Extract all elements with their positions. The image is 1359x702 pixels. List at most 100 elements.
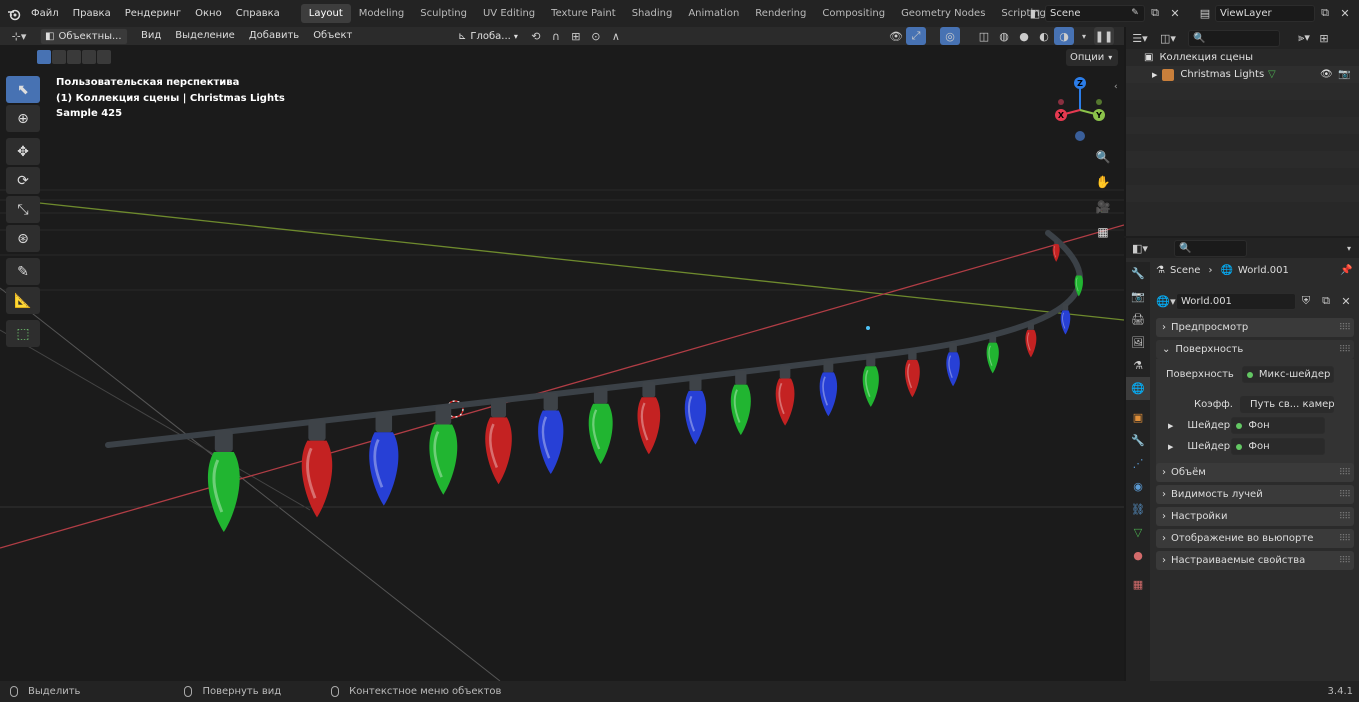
new-viewlayer-icon[interactable]: ⧉	[1315, 4, 1335, 22]
drag-grip-icon[interactable]: ⠿⠿	[1339, 490, 1351, 500]
new-collection-icon[interactable]: ⊞	[1314, 29, 1334, 47]
tab-texture-paint[interactable]: Texture Paint	[543, 4, 624, 23]
tab-shading[interactable]: Shading	[624, 4, 681, 23]
outliner-row-christmas-lights[interactable]: ▶ Christmas Lights ▽ 👁 📷	[1126, 66, 1359, 83]
menu-object[interactable]: Объект	[306, 27, 359, 45]
panel-viewport-display[interactable]: › Отображение во вьюпорте ⠿⠿	[1156, 529, 1354, 548]
menu-file[interactable]: Файл	[24, 0, 66, 27]
panel-custom-properties[interactable]: › Настраиваемые свойства ⠿⠿	[1156, 551, 1354, 570]
shader-1-field[interactable]: Фон	[1231, 417, 1326, 434]
zoom-icon[interactable]: 🔍	[1093, 147, 1113, 167]
object-tab-icon[interactable]: ▣	[1126, 406, 1150, 429]
new-scene-icon[interactable]: ⧉	[1145, 4, 1165, 22]
editor-type-icon[interactable]: ⊹▾	[6, 27, 32, 45]
proportional-edit-icon[interactable]: ⊙	[586, 27, 606, 45]
menu-view[interactable]: Вид	[134, 27, 168, 45]
tab-layout[interactable]: Layout	[300, 4, 351, 23]
particles-tab-icon[interactable]: ⋰	[1126, 452, 1150, 475]
world-tab-icon[interactable]: 🌐	[1126, 377, 1150, 400]
mode-select[interactable]: ◧ Объектны...	[40, 27, 128, 45]
pin-icon[interactable]: ✎	[1125, 4, 1145, 22]
tab-rendering[interactable]: Rendering	[747, 4, 814, 23]
pan-hand-icon[interactable]: ✋	[1093, 172, 1113, 192]
shader-2-field[interactable]: Фон	[1231, 438, 1326, 455]
properties-editor-type-icon[interactable]: ◧▾	[1130, 239, 1150, 257]
navigation-gizmo[interactable]: Z Y X	[1050, 75, 1110, 145]
modifier-tab-icon[interactable]: 🔧	[1126, 429, 1150, 452]
panel-volume[interactable]: › Объём ⠿⠿	[1156, 463, 1354, 482]
falloff-icon[interactable]: ∧	[606, 27, 626, 45]
properties-search-input[interactable]: 🔍	[1174, 239, 1247, 257]
panel-ray-visibility[interactable]: › Видимость лучей ⠿⠿	[1156, 485, 1354, 504]
wireframe-shading-icon[interactable]: ◍	[994, 27, 1014, 45]
panel-settings[interactable]: › Настройки ⠿⠿	[1156, 507, 1354, 526]
physics-tab-icon[interactable]: ◉	[1126, 475, 1150, 498]
material-tab-icon[interactable]: ●	[1126, 544, 1150, 567]
tab-geometry-nodes[interactable]: Geometry Nodes	[893, 4, 993, 23]
duplicate-world-icon[interactable]: ⧉	[1316, 292, 1336, 310]
menu-select[interactable]: Выделение	[168, 27, 242, 45]
fake-user-icon[interactable]: ⛨	[1296, 292, 1316, 310]
tool-tab-icon[interactable]: 🔧	[1126, 262, 1150, 285]
viewlayer-browse-icon[interactable]: ▤	[1195, 4, 1215, 22]
ortho-grid-icon[interactable]: ▦	[1093, 222, 1113, 242]
gizmo-neg-z-axis[interactable]	[1075, 131, 1085, 141]
panel-preview[interactable]: › Предпросмотр ⠿⠿	[1156, 318, 1354, 337]
pivot-icon[interactable]: ⟲	[526, 27, 546, 45]
rotate-tool-icon[interactable]: ⟳	[6, 167, 40, 194]
visibility-icon[interactable]: 👁	[886, 27, 906, 45]
fac-field[interactable]: Путь св... камеры	[1240, 396, 1334, 413]
expand-arrow-icon[interactable]: ▶	[1168, 422, 1173, 430]
outliner-row-scene-collection[interactable]: ▣ Коллекция сцены	[1126, 49, 1359, 66]
select-box-tool-icon[interactable]: ⬉	[6, 76, 40, 103]
drag-grip-icon[interactable]: ⠿⠿	[1339, 512, 1351, 522]
select-invert-icon[interactable]	[82, 50, 96, 64]
delete-viewlayer-icon[interactable]: ✕	[1335, 4, 1355, 22]
tab-uv-editing[interactable]: UV Editing	[475, 4, 543, 23]
gizmo-toggle-icon[interactable]: ⤢	[906, 27, 926, 45]
xray-icon[interactable]: ◫	[974, 27, 994, 45]
snap-icon[interactable]: ∩	[546, 27, 566, 45]
pause-render-icon[interactable]: ❚❚	[1094, 27, 1114, 45]
orientation-select[interactable]: Глоба...	[470, 31, 510, 42]
render-tab-icon[interactable]: 📷	[1126, 285, 1150, 308]
3d-viewport[interactable]: Пользовательская перспектива (1) Коллекц…	[0, 45, 1124, 681]
menu-edit[interactable]: Правка	[66, 0, 118, 27]
world-browse-icon[interactable]: 🌐▾	[1156, 292, 1176, 310]
overlay-toggle-icon[interactable]: ◎	[940, 27, 960, 45]
select-extend-icon[interactable]	[52, 50, 66, 64]
tab-animation[interactable]: Animation	[680, 4, 747, 23]
drag-grip-icon[interactable]: ⠿⠿	[1339, 345, 1351, 355]
unlink-world-icon[interactable]: ✕	[1336, 292, 1356, 310]
filter-icon[interactable]: ⫸▾	[1294, 29, 1314, 47]
scale-tool-icon[interactable]: ⤡	[6, 196, 40, 223]
transform-tool-icon[interactable]: ⊛	[6, 225, 40, 252]
drag-grip-icon[interactable]: ⠿⠿	[1339, 534, 1351, 544]
expand-arrow-icon[interactable]: ▶	[1168, 443, 1173, 451]
options-dropdown[interactable]: Опции ▾	[1066, 49, 1118, 66]
expand-arrow-icon[interactable]: ▶	[1152, 71, 1157, 79]
data-tab-icon[interactable]: ▽	[1126, 521, 1150, 544]
annotate-tool-icon[interactable]: ✎	[6, 258, 40, 285]
pin-icon[interactable]: 📌	[1340, 265, 1352, 276]
scene-tab-icon[interactable]: ⚗	[1126, 354, 1150, 377]
world-name-field[interactable]: World.001	[1176, 292, 1296, 310]
select-subtract-icon[interactable]	[67, 50, 81, 64]
select-intersect-icon[interactable]	[97, 50, 111, 64]
panel-surface[interactable]: ⌄ Поверхность ⠿⠿	[1156, 340, 1354, 359]
cursor-tool-icon[interactable]: ⊕	[6, 105, 40, 132]
outliner-editor-type-icon[interactable]: ☰▾	[1130, 29, 1150, 47]
tab-sculpting[interactable]: Sculpting	[412, 4, 475, 23]
material-shading-icon[interactable]: ◐	[1034, 27, 1054, 45]
view-layer-tab-icon[interactable]: 🖼	[1126, 331, 1150, 354]
display-mode-icon[interactable]: ◫▾	[1158, 29, 1178, 47]
add-cube-tool-icon[interactable]: ⬚	[6, 320, 40, 347]
shading-options-icon[interactable]: ▾	[1074, 27, 1094, 45]
delete-scene-icon[interactable]: ✕	[1165, 4, 1185, 22]
sidebar-toggle-icon[interactable]: ‹	[1114, 82, 1118, 92]
select-new-icon[interactable]	[37, 50, 51, 64]
snap-target-icon[interactable]: ⊞	[566, 27, 586, 45]
rendered-shading-icon[interactable]: ◑	[1054, 27, 1074, 45]
menu-help[interactable]: Справка	[229, 0, 287, 27]
properties-options-icon[interactable]: ▾	[1339, 239, 1359, 257]
